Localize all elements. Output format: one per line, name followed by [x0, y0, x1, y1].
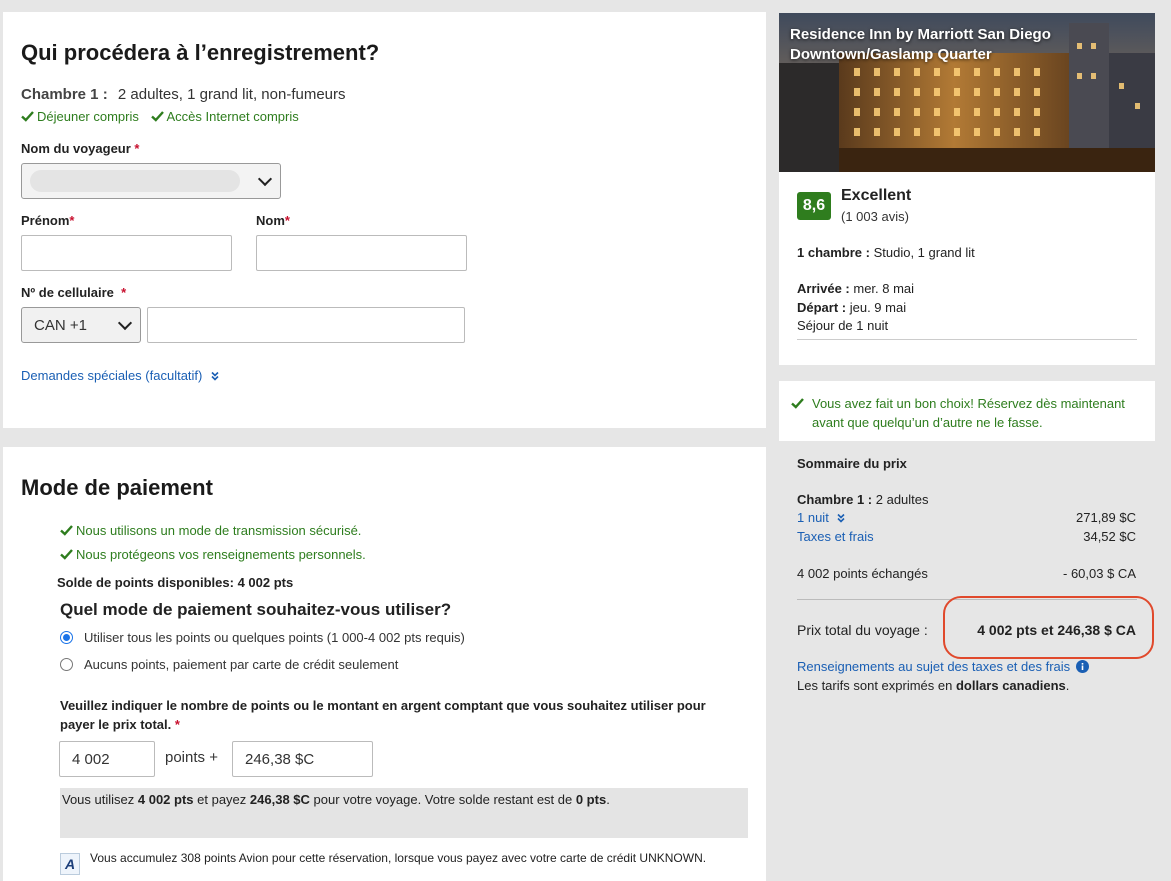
secure-transmission: Nous utilisons un mode de transmission s…	[60, 523, 361, 538]
check-icon	[150, 111, 164, 122]
good-choice-card: Vous avez fait un bon choix! Réservez dè…	[779, 381, 1155, 441]
radio-card-only[interactable]	[60, 658, 73, 671]
payment-title: Mode de paiement	[21, 475, 213, 500]
payment-card: Mode de paiement Nous utilisons un mode …	[3, 447, 766, 881]
rating-badge: 8,6	[797, 192, 831, 220]
radio-use-points[interactable]	[60, 631, 73, 644]
room-desc: 2 adultes, 1 grand lit, non-fumeurs	[117, 86, 346, 103]
checkin-card: Qui procédera à l’enregistrement? Chambr…	[3, 12, 766, 428]
payment-summary-box: Vous utilisez 4 002 pts et payez 246,38 …	[60, 788, 748, 838]
points-redeemed-value: - 60,03 $ CA	[1063, 566, 1136, 581]
traveler-label: Nom du voyageur *	[21, 141, 140, 156]
phone-input[interactable]	[147, 307, 465, 343]
review-count: (1 003 avis)	[841, 209, 909, 224]
arrival: Arrivée : mer. 8 mai	[797, 281, 915, 296]
currency-note: Les tarifs sont exprimés en dollars cana…	[797, 678, 1070, 693]
good-choice-message: Vous avez fait un bon choix! Réservez dè…	[812, 396, 1125, 430]
hotel-photo: Residence Inn by Marriott San Diego Down…	[779, 13, 1155, 172]
firstname-label: Prénom*	[21, 213, 75, 228]
amenities: Déjeuner compris Accès Internet compris	[21, 109, 299, 124]
firstname-input[interactable]	[21, 235, 232, 271]
points-balance: Solde de points disponibles: 4 002 pts	[57, 575, 294, 590]
double-chevron-down-icon	[211, 371, 219, 381]
check-icon	[21, 111, 34, 122]
booking-summary-card: 8,6 Excellent (1 003 avis) 1 chambre : S…	[779, 172, 1155, 365]
phone-code-select[interactable]: CAN +1	[21, 307, 141, 343]
payment-question: Quel mode de paiement souhaitez-vous uti…	[60, 600, 452, 619]
info-icon	[1075, 660, 1089, 673]
lastname-label: Nom*	[256, 213, 290, 228]
room-line: Chambre 1 : 2 adultes, 1 grand lit, non-…	[21, 86, 346, 103]
special-requests-link[interactable]: Demandes spéciales (facultatif)	[21, 368, 220, 383]
secure-privacy: Nous protégeons vos renseignements perso…	[60, 547, 366, 562]
points-input[interactable]: 4 002	[59, 741, 155, 777]
rating-word: Excellent	[841, 187, 912, 204]
phone-code-value: CAN +1	[34, 316, 87, 334]
chevron-down-icon	[257, 171, 273, 187]
taxes-link[interactable]: Taxes et frais	[797, 529, 874, 544]
amenity-internet: Accès Internet compris	[150, 109, 299, 124]
price-room: Chambre 1 : 2 adultes	[797, 492, 929, 507]
option-card-label: Aucuns points, paiement par carte de cré…	[84, 657, 399, 672]
phone-label: Nº de cellulaire *	[21, 285, 127, 300]
points-redeemed-label: 4 002 points échangés	[797, 566, 928, 581]
avion-note: Vous accumulez 308 points Avion pour cet…	[90, 851, 707, 865]
traveler-name-redacted	[30, 170, 240, 192]
night-price: 271,89 $C	[1076, 510, 1136, 525]
avion-icon: A	[60, 853, 80, 875]
departure: Départ : jeu. 9 mai	[797, 300, 907, 315]
total-highlight-circle	[943, 596, 1154, 659]
stay-length: Séjour de 1 nuit	[797, 318, 889, 333]
taxes-info-link[interactable]: Renseignements au sujet des taxes et des…	[797, 659, 1089, 674]
amount-prompt: Veuillez indiquer le nombre de points ou…	[60, 698, 706, 732]
amenity-breakfast: Déjeuner compris	[21, 109, 143, 124]
chevron-down-icon	[117, 315, 133, 331]
taxes-price: 34,52 $C	[1083, 529, 1136, 544]
check-icon	[60, 549, 73, 560]
room-label: Chambre 1 :	[21, 86, 108, 103]
option-points-label: Utiliser tous les points ou quelques poi…	[84, 630, 465, 645]
divider	[797, 339, 1137, 340]
check-icon	[791, 398, 804, 409]
room-summary: 1 chambre : Studio, 1 grand lit	[797, 245, 975, 260]
hotel-name: Residence Inn by Marriott San Diego Down…	[790, 26, 1051, 63]
double-chevron-down-icon	[837, 513, 846, 523]
total-label: Prix total du voyage :	[797, 622, 928, 638]
traveler-select[interactable]	[21, 163, 281, 199]
price-summary-title: Sommaire du prix	[797, 456, 907, 471]
check-icon	[60, 525, 73, 536]
checkin-title: Qui procédera à l’enregistrement?	[21, 40, 380, 65]
night-link[interactable]: 1 nuit	[797, 510, 846, 525]
cash-input[interactable]: 246,38 $C	[232, 741, 373, 777]
points-plus-label: points +	[165, 749, 218, 766]
lastname-input[interactable]	[256, 235, 467, 271]
